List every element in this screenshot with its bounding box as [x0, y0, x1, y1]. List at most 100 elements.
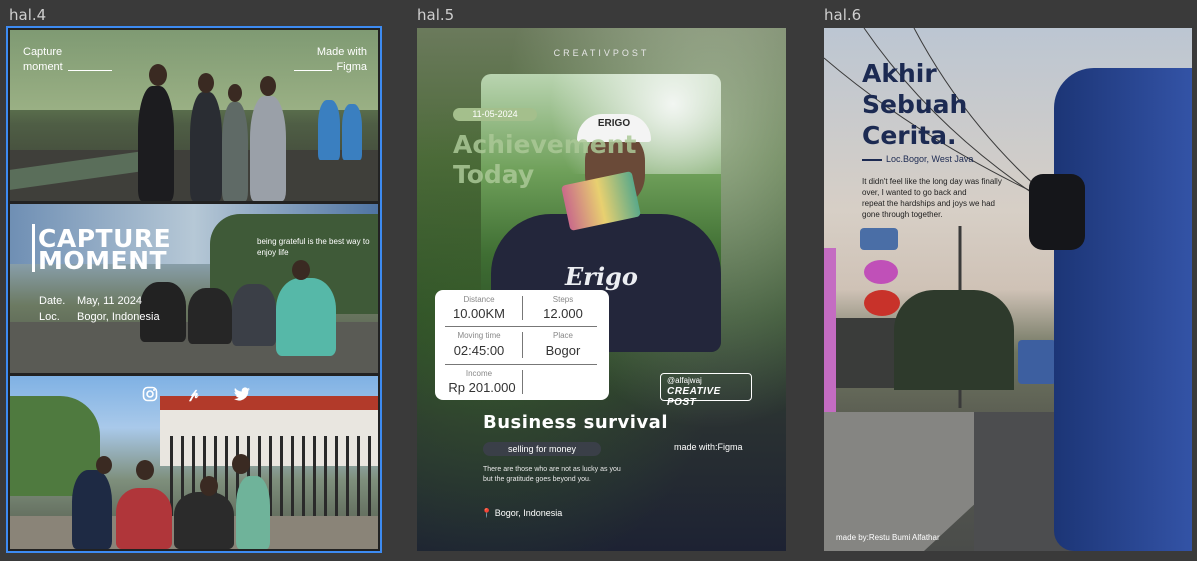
location-row: 📍 Bogor, Indonesia: [481, 508, 562, 519]
income-label: Income: [465, 369, 493, 378]
credit-text: made by:Restu Bumi Alfathar: [836, 533, 940, 542]
creator-handle: @alfajwaj: [667, 376, 702, 385]
stats-card: Distance 10.00KM Steps 12.000 Moving tim…: [435, 290, 609, 400]
steps-value: 12.000: [543, 306, 583, 321]
street-photo-panel: 𝓅: [10, 376, 378, 549]
frame-label-hal6[interactable]: hal.6: [824, 6, 861, 24]
divider-line: [862, 159, 882, 161]
story-line4: gone through together.: [862, 210, 943, 219]
person-head: [149, 64, 167, 86]
person-head: [96, 456, 112, 474]
frame-hal6[interactable]: Akhir Sebuah Cerita. Loc.Bogor, West Jav…: [824, 28, 1192, 551]
title-line1: Akhir: [862, 59, 937, 88]
person-head: [136, 460, 154, 480]
story-text: It didn't feel like the long day was fin…: [862, 176, 1002, 220]
person-head: [292, 260, 310, 280]
business-title: Business survival: [483, 412, 668, 433]
date-pill: 11-05-2024: [453, 108, 537, 121]
place-label: Place: [552, 331, 573, 340]
date-value: May, 11 2024: [77, 295, 143, 307]
separator: [522, 332, 523, 358]
separator: [445, 326, 597, 327]
person-figure: [236, 476, 270, 549]
capture-moment-panel: CAPTURE MOMENT being grateful is the bes…: [10, 204, 378, 373]
signboard: [864, 260, 898, 284]
achievement-headline: Achievement Today: [453, 130, 637, 190]
creator-badge: @alfajwaj CREATIVE POST: [660, 373, 752, 408]
frame-label-hal4[interactable]: hal.4: [9, 6, 46, 24]
shirt-logo: Erigo: [565, 262, 638, 291]
pin-icon: 📍: [481, 508, 493, 518]
date-label: Date.: [39, 295, 66, 307]
headline-line2: Today: [453, 160, 535, 189]
separator: [445, 364, 597, 365]
location-text: Loc.Bogor, West Java: [886, 154, 974, 164]
title-line2: Sebuah: [862, 90, 968, 119]
moving-time-label: Moving time: [457, 331, 501, 340]
person-figure: [174, 492, 234, 549]
pink-building: [824, 248, 836, 418]
location-text: Bogor, Indonesia: [494, 508, 563, 518]
signboard: [864, 290, 900, 316]
signboard: [860, 228, 898, 250]
cap-logo: ERIGO: [597, 118, 631, 129]
income-value: Rp 201.000: [448, 380, 516, 395]
subtitle-pill: selling for money: [483, 442, 601, 456]
distance-value: 10.00KM: [452, 306, 506, 321]
person-figure: [138, 86, 174, 201]
capture-moment-label: Capture moment: [23, 46, 63, 73]
quote-text: being grateful is the best way to enjoy …: [257, 237, 370, 257]
trees: [894, 290, 1014, 390]
person-head: [198, 73, 214, 93]
person-figure: [116, 488, 172, 549]
group-photo-panel: Capture moment Made with Figma: [10, 30, 378, 201]
title-line3: Cerita.: [862, 121, 957, 150]
blue-vehicle: [1054, 68, 1192, 551]
person-figure: [250, 96, 286, 201]
body-line1: There are those who are not as lucky as …: [483, 466, 621, 473]
body-line2: but the gratitude goes beyond you.: [483, 476, 591, 483]
person-head: [260, 76, 276, 96]
frame-hal4[interactable]: Capture moment Made with Figma CAPTURE M…: [6, 26, 382, 553]
story-line3: repeat the hardships and joys we had: [862, 199, 995, 208]
person-figure: [72, 470, 112, 549]
headline-line1: Achievement: [453, 130, 637, 159]
pinterest-icon[interactable]: 𝓅: [186, 386, 202, 402]
person-figure: [222, 102, 248, 201]
divider-line: [68, 70, 112, 71]
story-line1: It didn't feel like the long day was fin…: [862, 177, 1002, 186]
person-figure: [232, 284, 276, 346]
distance-label: Distance: [463, 295, 495, 304]
person-head: [228, 84, 242, 102]
title-accent-bar: [32, 224, 35, 272]
body-text: There are those who are not as lucky as …: [483, 465, 621, 485]
location-label: Loc.: [39, 311, 60, 323]
person-figure: [342, 104, 362, 160]
person-figure: [190, 92, 222, 201]
made-with-label: made with:Figma: [674, 442, 743, 452]
frame-label-hal5[interactable]: hal.5: [417, 6, 454, 24]
person-head: [232, 454, 250, 474]
person-head: [200, 476, 218, 496]
page-title: Akhir Sebuah Cerita.: [862, 58, 967, 151]
place-value: Bogor: [545, 343, 581, 358]
person-figure: [188, 288, 232, 344]
steps-label: Steps: [552, 295, 574, 304]
moving-time-value: 02:45:00: [453, 343, 505, 358]
person-figure: [276, 278, 336, 356]
person-figure: [318, 100, 340, 160]
separator: [522, 370, 523, 394]
separator: [522, 296, 523, 320]
story-line2: over, I wanted to go back and: [862, 188, 967, 197]
distant-van: [1018, 340, 1056, 384]
side-mirror: [1029, 174, 1085, 250]
twitter-icon[interactable]: [232, 384, 252, 404]
divider-line: [294, 70, 332, 71]
capture-title-line2: MOMENT: [38, 246, 168, 275]
instagram-icon[interactable]: [142, 386, 158, 402]
frame-hal5[interactable]: CREATIVPOST Erigo ERIGO 11-05-2024 Achie…: [417, 28, 786, 551]
capture-title: CAPTURE MOMENT: [38, 226, 171, 275]
location-value: Bogor, Indonesia: [77, 311, 160, 323]
creator-brand: CREATIVE POST: [667, 386, 721, 408]
brand-label: CREATIVPOST: [553, 48, 650, 58]
